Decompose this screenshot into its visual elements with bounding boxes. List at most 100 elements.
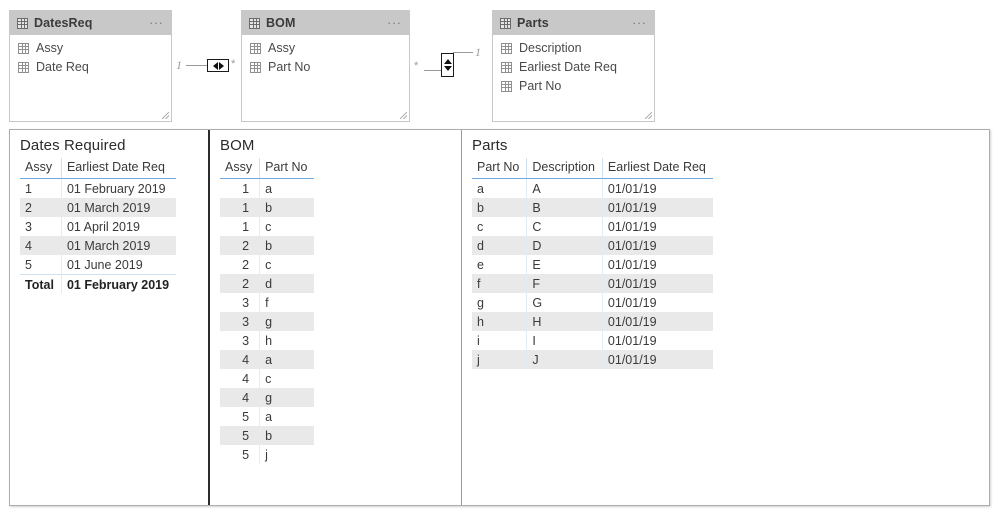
table-dates-required[interactable]: Assy Earliest Date Req 1 01 February 2019…	[20, 158, 177, 294]
entity-field-row[interactable]: Assy	[250, 39, 409, 57]
table-cell: 3	[20, 217, 62, 236]
table-cell: 01/01/19	[607, 181, 657, 196]
table-row[interactable]: 4a	[220, 350, 315, 369]
table-icon	[500, 17, 511, 29]
entity-field-row[interactable]: Date Req	[18, 58, 171, 76]
cardinality-one-label: 1	[475, 45, 481, 59]
resize-handle[interactable]	[162, 112, 169, 119]
entity-field-list: Assy Date Req	[10, 35, 171, 76]
table-row[interactable]: 1 01 February 2019	[20, 178, 176, 198]
table-row[interactable]: d D 01/01/19	[472, 236, 713, 255]
entity-field-row[interactable]: Part No	[250, 58, 409, 76]
resize-handle[interactable]	[645, 112, 652, 119]
entity-field-row[interactable]: Description	[501, 39, 654, 57]
table-cell: J	[526, 350, 603, 369]
table-row[interactable]: c C 01/01/19	[472, 217, 713, 236]
entity-menu-button[interactable]: ...	[149, 14, 164, 29]
visual-parts[interactable]: Parts Part No Description Earliest Date …	[462, 130, 989, 505]
entity-card-datesreq[interactable]: DatesReq ... Assy Date Req	[9, 10, 172, 122]
table-cell: j	[265, 447, 268, 462]
table-row[interactable]: 2d	[220, 274, 315, 293]
table-cell: 1	[220, 198, 261, 217]
table-row[interactable]: j J 01/01/19	[472, 350, 713, 369]
model-diagram-canvas[interactable]: DatesReq ... Assy Date Req BOM ... Assy	[0, 0, 999, 128]
table-icon	[17, 17, 28, 29]
table-row[interactable]: 5a	[220, 407, 314, 426]
relationship-line	[453, 52, 473, 53]
table-row[interactable]: 5b	[220, 426, 315, 445]
up-down-arrows-icon[interactable]	[441, 53, 454, 77]
visual-title: Dates Required	[20, 137, 126, 154]
table-cell: b	[472, 198, 528, 217]
table-row[interactable]: 5j	[220, 445, 314, 464]
entity-field-row[interactable]: Earliest Date Req	[501, 58, 654, 76]
table-row[interactable]: e E 01/01/19	[472, 255, 713, 274]
table-cell: 2	[220, 274, 261, 293]
table-parts[interactable]: Part No Description Earliest Date Req aA…	[472, 158, 713, 369]
table-cell: 3	[220, 293, 261, 312]
table-row[interactable]: 4c	[220, 369, 314, 388]
table-cell: D	[526, 236, 603, 255]
table-cell: 01/01/19	[607, 333, 657, 348]
entity-header-bom[interactable]: BOM ...	[242, 11, 409, 35]
left-right-arrows-icon[interactable]	[207, 59, 229, 72]
entity-field-row[interactable]: Assy	[18, 39, 171, 57]
entity-field-row[interactable]: Part No	[501, 77, 654, 95]
entity-menu-button[interactable]: ...	[387, 14, 402, 29]
table-cell: 01/01/19	[602, 236, 713, 255]
table-row[interactable]: b B 01/01/19	[472, 198, 713, 217]
table-row[interactable]: 2c	[220, 255, 314, 274]
table-cell: e	[472, 255, 528, 274]
column-header-assy[interactable]: Assy	[220, 158, 261, 179]
table-row[interactable]: 5 01 June 2019	[20, 255, 176, 275]
table-row[interactable]: 4g	[220, 388, 315, 407]
table-cell: c	[265, 371, 272, 386]
column-header-earliest-date-req[interactable]: Earliest Date Req	[602, 158, 713, 179]
table-row[interactable]: 1b	[220, 198, 315, 217]
table-cell: b	[259, 426, 315, 445]
table-cell: 2	[220, 255, 261, 274]
column-icon	[250, 42, 261, 54]
entity-card-bom[interactable]: BOM ... Assy Part No	[241, 10, 410, 122]
table-row[interactable]: 2b	[220, 236, 315, 255]
column-icon	[501, 80, 512, 92]
table-row[interactable]: 4 01 March 2019	[20, 236, 177, 255]
table-cell: 5	[220, 426, 261, 445]
table-row[interactable]: f F 01/01/19	[472, 274, 713, 293]
table-cell: 01 April 2019	[66, 219, 140, 234]
table-cell: 4	[220, 388, 261, 407]
table-icon	[249, 17, 260, 29]
column-header-earliest-date-req[interactable]: Earliest Date Req	[61, 158, 177, 179]
table-row[interactable]: 3 01 April 2019	[20, 217, 176, 236]
table-cell: d	[259, 274, 315, 293]
entity-field-label: Assy	[36, 41, 64, 55]
table-row[interactable]: 3h	[220, 331, 314, 350]
relationship-line	[186, 65, 209, 66]
table-row[interactable]: 1c	[220, 217, 314, 236]
visual-dates-required[interactable]: Dates Required Assy Earliest Date Req 10…	[10, 130, 210, 505]
table-cell: c	[472, 217, 528, 236]
table-row[interactable]: 1a	[220, 178, 314, 198]
column-header-assy[interactable]: Assy	[20, 158, 62, 179]
table-row[interactable]: 3f	[220, 293, 314, 312]
column-header-description[interactable]: Description	[526, 158, 603, 179]
table-row[interactable]: g G 01/01/19	[472, 293, 713, 312]
table-row[interactable]: a A 01/01/19	[472, 178, 713, 198]
table-row[interactable]: i I 01/01/19	[472, 331, 713, 350]
column-header-part-no[interactable]: Part No	[259, 158, 315, 179]
entity-header-datesreq[interactable]: DatesReq ...	[10, 11, 171, 35]
table-body: 1a1b1c2b2c2d3f3g3h4a4c4g5a5b5j	[220, 178, 315, 464]
table-bom[interactable]: Assy Part No 1a1b1c2b2c2d3f3g3h4a4c4g5a5…	[220, 158, 315, 464]
resize-handle[interactable]	[400, 112, 407, 119]
table-row[interactable]: 2 01 March 2019	[20, 198, 177, 217]
entity-card-parts[interactable]: Parts ... Description Earliest Date Req …	[492, 10, 655, 122]
entity-menu-button[interactable]: ...	[632, 14, 647, 29]
visual-bom[interactable]: BOM Assy Part No 1a1b1c2b2c2d3f3g3h4a4c4…	[210, 130, 462, 505]
entity-header-parts[interactable]: Parts ...	[493, 11, 654, 35]
table-cell: d	[472, 236, 528, 255]
table-cell: 1	[220, 217, 261, 236]
column-header-part-no[interactable]: Part No	[472, 158, 528, 179]
table-header-row: Assy Part No	[220, 158, 315, 179]
table-row[interactable]: 3g	[220, 312, 315, 331]
table-row[interactable]: h H 01/01/19	[472, 312, 713, 331]
